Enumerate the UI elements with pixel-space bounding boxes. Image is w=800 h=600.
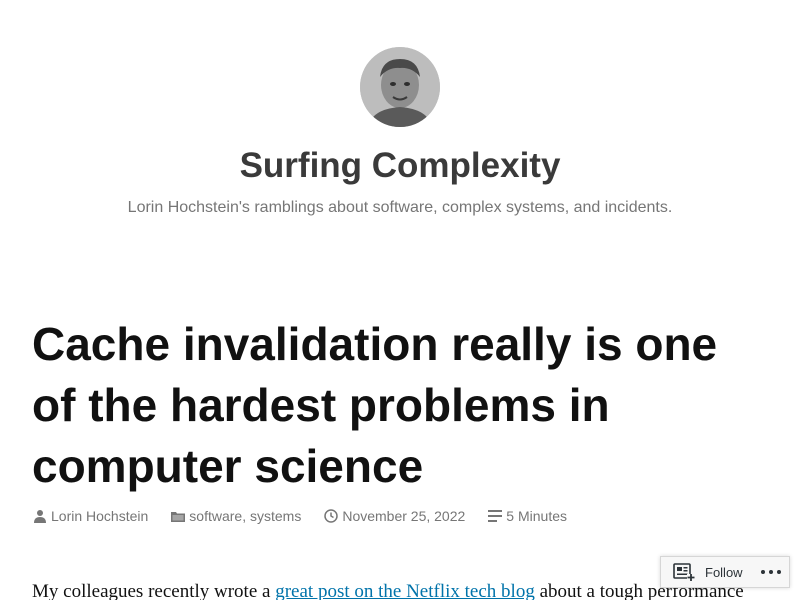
- post-title[interactable]: Cache invalidation really is one of the …: [32, 314, 772, 497]
- category-link-systems[interactable]: systems: [250, 508, 301, 524]
- read-time-text: 5 Minutes: [506, 508, 567, 524]
- body-text-prefix: My colleagues recently wrote a: [32, 581, 276, 600]
- site-avatar[interactable]: [360, 47, 440, 127]
- post-author: Lorin Hochstein: [32, 508, 148, 524]
- post-date: November 25, 2022: [323, 508, 465, 524]
- more-options-button[interactable]: [753, 557, 789, 587]
- category-separator: ,: [242, 508, 250, 524]
- follow-bar: Follow: [660, 556, 790, 588]
- more-dots-icon: [761, 570, 781, 574]
- follow-label: Follow: [705, 564, 743, 580]
- post-read-time: 5 Minutes: [487, 508, 567, 524]
- person-icon: [32, 508, 48, 524]
- reader-follow-icon: [673, 563, 695, 581]
- clock-icon: [323, 508, 339, 524]
- date-link[interactable]: November 25, 2022: [342, 508, 465, 524]
- folder-icon: [170, 508, 186, 524]
- avatar-photo-icon: [360, 47, 440, 127]
- follow-button[interactable]: Follow: [661, 557, 743, 587]
- post-categories: software , systems: [170, 508, 301, 524]
- category-link-software[interactable]: software: [189, 508, 242, 524]
- site-tagline: Lorin Hochstein's ramblings about softwa…: [127, 199, 673, 216]
- post-meta: Lorin Hochstein software , systems Novem…: [32, 505, 583, 527]
- netflix-blog-link[interactable]: great post on the Netflix tech blog: [275, 581, 535, 600]
- site-title[interactable]: Surfing Complexity: [0, 140, 800, 192]
- reading-time-icon: [487, 508, 503, 524]
- author-link[interactable]: Lorin Hochstein: [51, 508, 148, 524]
